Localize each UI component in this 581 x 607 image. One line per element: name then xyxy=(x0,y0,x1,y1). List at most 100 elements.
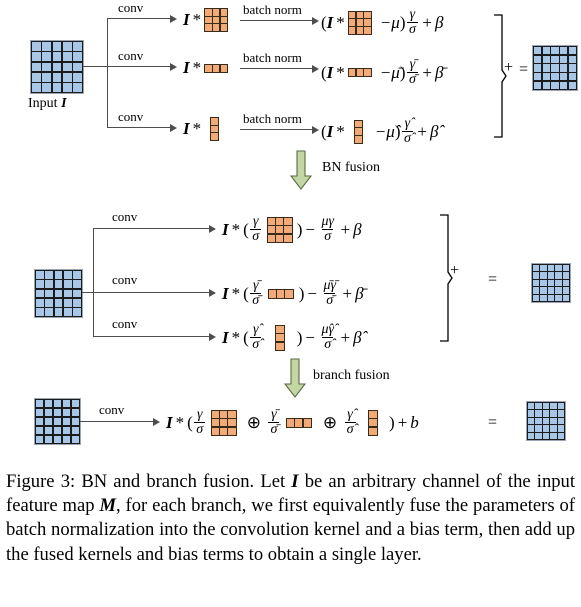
kernel-3x3-b1 xyxy=(204,8,229,32)
frac-gamma-sigma: γ σ xyxy=(250,214,262,245)
stage2-branch3-expr: I * ( γ̂ σ̂ ) − μ̂γ̂ σ̂ + β̂ xyxy=(222,322,362,353)
sym-minus-mu: −μ xyxy=(379,12,400,32)
sym-conv-star: * xyxy=(192,10,202,29)
frac-gamma-sigma: γ σ xyxy=(194,407,206,438)
input-feature-map-stage1 xyxy=(30,40,84,94)
paren-close: ) xyxy=(399,12,406,32)
input-label-symbol: I xyxy=(61,96,67,111)
conv-arrow-head-b3 xyxy=(170,123,177,132)
input-label-text: Input xyxy=(28,96,62,111)
stage3-equals-symbol: = xyxy=(488,414,498,431)
frac-numerator: γ̂ xyxy=(252,322,259,337)
frac-numerator: μ̂γ̂ xyxy=(321,322,335,337)
sym-I: I xyxy=(222,219,229,239)
input-fanout-stem xyxy=(83,66,108,68)
frac-gammabar-sigmabar: γ̄ σ̄ xyxy=(268,407,280,438)
sym-I: I xyxy=(183,58,190,77)
paren-open: ( xyxy=(243,283,249,303)
sym-oplus-2: ⊕ xyxy=(322,412,338,432)
bn-label-b3: batch norm xyxy=(243,111,302,126)
stage2-conv-line-b1 xyxy=(93,228,211,230)
stage2-conv-line-b2 xyxy=(93,292,211,294)
figure-caption: Figure 3: BN and branch fusion. Let I be… xyxy=(6,470,575,567)
sym-betahat: β̂ xyxy=(429,121,439,141)
frac-muhatgammahat-sigmahat: μ̂γ̂ σ̂ xyxy=(319,322,336,353)
sym-I: I xyxy=(222,327,229,347)
stage1-equals-symbol: = xyxy=(519,61,529,78)
conv-arrow-line-b2 xyxy=(107,66,172,68)
frac-denominator: σ̂ xyxy=(401,131,413,147)
bn-arrow-head-b2 xyxy=(312,64,319,73)
sym-I: I xyxy=(183,119,190,138)
frac-mugamma-sigma: μγ σ xyxy=(319,214,336,245)
sym-minus-mubar: −μ̄ xyxy=(379,62,400,82)
sym-plus: + xyxy=(422,12,432,32)
conv-arrow-head-b1 xyxy=(170,14,177,23)
sym-plus: + xyxy=(340,219,351,239)
stage2-fanout-vertical xyxy=(93,228,95,337)
figure-diagram: Input I conv I * batch norm ( I * −μ ) γ… xyxy=(0,0,581,465)
stage2-combine-symbol: + xyxy=(450,262,460,279)
output-feature-map-stage3 xyxy=(526,401,566,441)
conv-label-b3: conv xyxy=(118,109,144,124)
frac-numerator: γ̂ xyxy=(347,407,353,422)
sym-conv-star: * xyxy=(192,58,202,77)
branch2-preBN-expr: I * xyxy=(183,58,229,78)
bn-label-b2: batch norm xyxy=(243,50,302,65)
bn-arrow-head-b1 xyxy=(312,16,319,25)
sym-betabar: β̄ xyxy=(355,283,364,303)
sym-plus: + xyxy=(340,327,351,347)
frac-numerator: μγ xyxy=(321,214,335,229)
input-fanout-vertical xyxy=(107,18,109,128)
stage2-conv-label-b3: conv xyxy=(112,316,138,331)
sym-minus: − xyxy=(305,327,315,347)
stage1-combine-symbol: + xyxy=(504,59,514,76)
branch2-postBN-expr: ( I * −μ̄ ) γ̄ σ̄ + β̄ xyxy=(321,57,444,88)
frac-numerator: γ xyxy=(409,7,416,22)
sym-beta: β xyxy=(434,12,444,32)
frac-denominator: σ̂ xyxy=(344,422,356,438)
kernel-3x1-fused-b3 xyxy=(274,324,285,351)
sym-I: I xyxy=(183,10,190,29)
bn-arrow-head-b3 xyxy=(312,125,319,134)
stage2-conv-line-b3 xyxy=(93,336,211,338)
conv-arrow-line-b1 xyxy=(107,18,172,20)
frac-gammahat-sigmahat: γ̂ σ̂ xyxy=(344,407,356,438)
frac-numerator: γ xyxy=(196,407,203,422)
sym-conv-star: * xyxy=(175,412,185,432)
frac-denominator: σ xyxy=(250,229,262,245)
paren-open: ( xyxy=(243,327,249,347)
bn-arrow-line-b1 xyxy=(240,20,314,22)
branch-fusion-label: branch fusion xyxy=(313,368,390,383)
frac-denominator: σ̂ xyxy=(322,337,334,353)
sym-conv-star: * xyxy=(336,62,345,82)
kernel-1x3-fused-b2 xyxy=(267,288,294,299)
stage2-conv-head-b2 xyxy=(209,288,216,297)
branch-fusion-arrow-icon xyxy=(283,358,307,403)
frac-numerator: γ̄ xyxy=(252,278,259,293)
frac-numerator: γ̄ xyxy=(271,407,277,422)
caption-lead: Figure 3: BN and branch fusion. Let xyxy=(6,471,292,492)
sym-conv-star: * xyxy=(192,119,202,138)
stage2-equals-symbol: = xyxy=(488,271,498,288)
input-feature-map-stage2 xyxy=(34,269,83,318)
frac-gammabar-sigmabar: γ̄ σ̄ xyxy=(250,278,262,309)
bn-fusion-arrow-icon xyxy=(289,150,313,195)
bn-fusion-label: BN fusion xyxy=(322,160,380,175)
frac-denominator: σ xyxy=(194,422,206,438)
stage2-conv-head-b3 xyxy=(209,332,216,341)
stage3-conv-head xyxy=(153,417,160,426)
sym-I: I xyxy=(326,62,334,82)
sym-betabar: β̄ xyxy=(434,62,444,82)
stage2-branch1-expr: I * ( γ σ ) − μγ σ + β xyxy=(222,214,362,245)
sym-conv-star: * xyxy=(231,283,241,303)
frac-denominator: σ̄ xyxy=(250,293,262,309)
output-feature-map-stage2 xyxy=(531,263,571,303)
stage2-conv-label-b1: conv xyxy=(112,209,138,224)
bn-arrow-line-b2 xyxy=(240,68,314,70)
frac-gammahat-sigmahat: γ̂ σ̂ xyxy=(250,322,262,353)
branch1-postBN-expr: ( I * −μ ) γ σ + β xyxy=(321,7,444,38)
conv-label-b1: conv xyxy=(118,0,144,15)
frac-numerator: γ̂ xyxy=(404,116,411,131)
branch1-preBN-expr: I * xyxy=(183,8,229,32)
